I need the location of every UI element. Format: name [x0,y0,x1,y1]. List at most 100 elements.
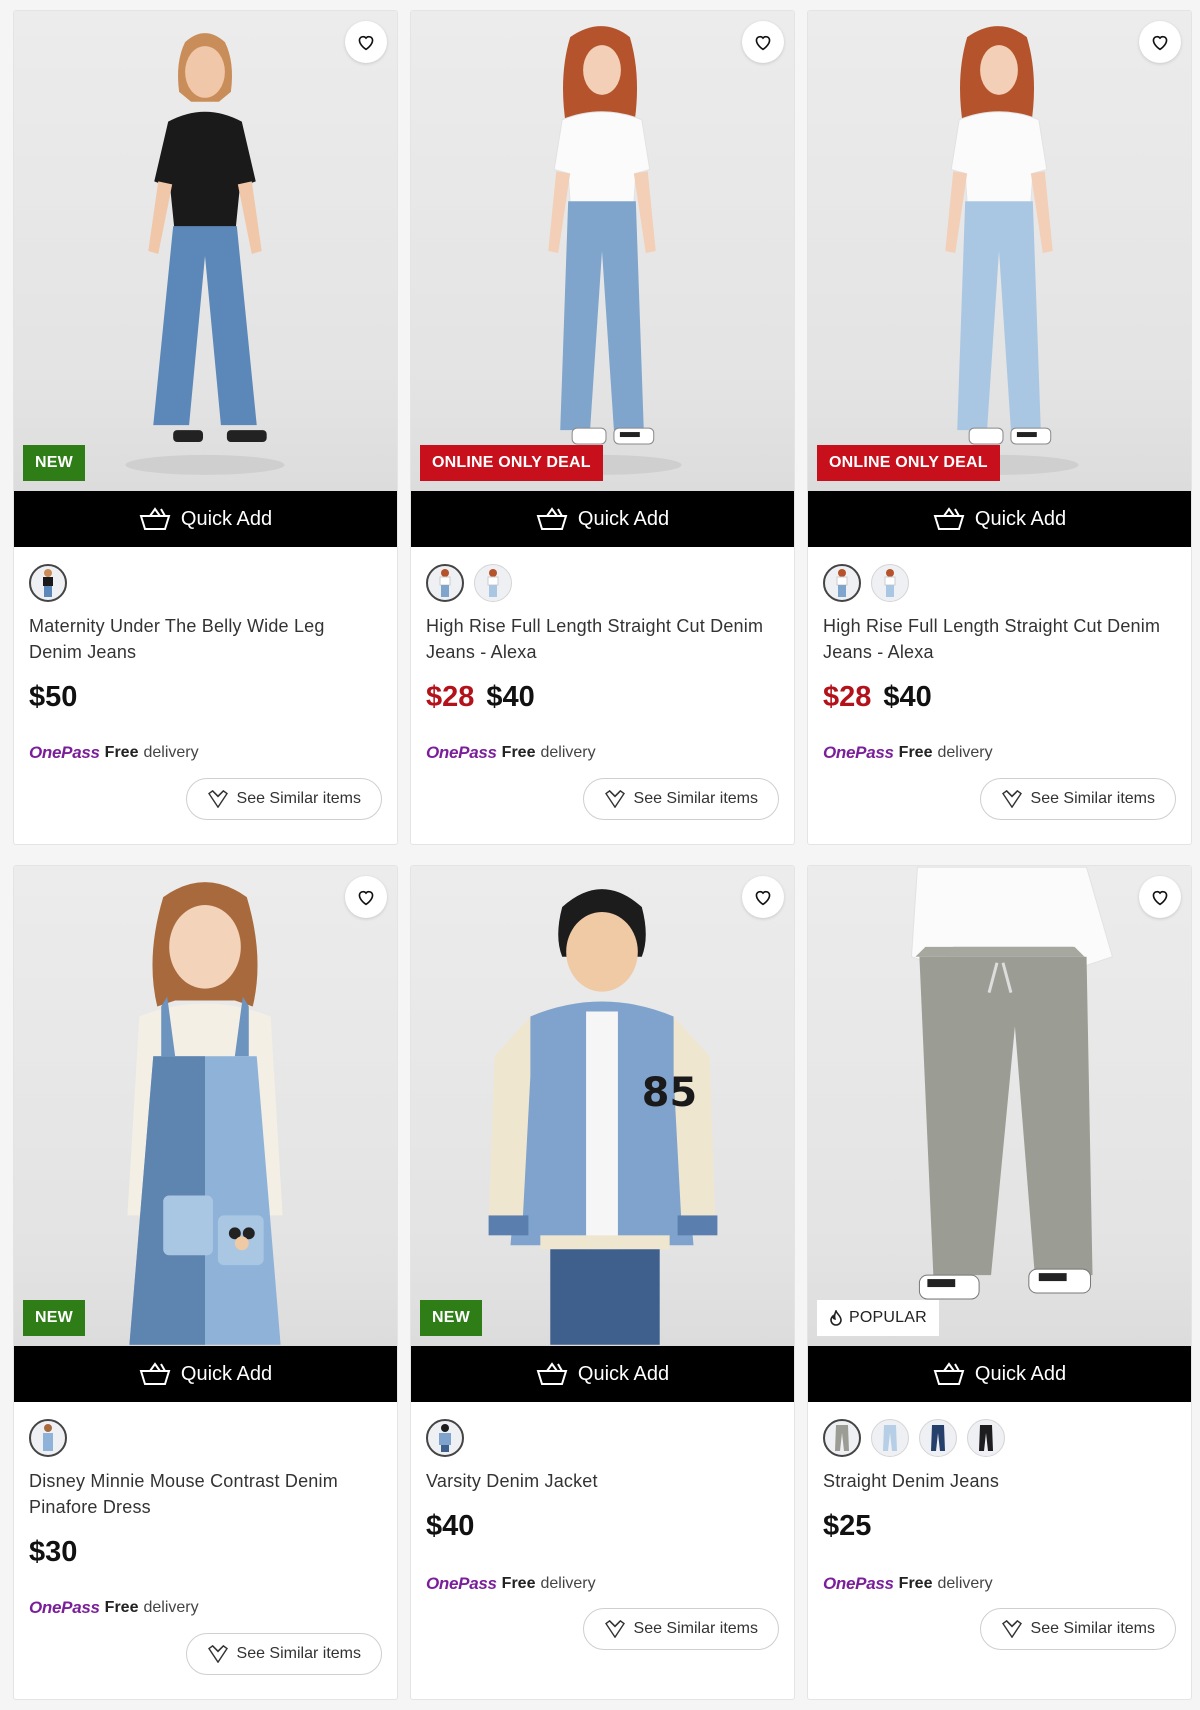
see-similar-button[interactable]: See Similar items [582,1608,779,1650]
heart-icon [755,35,771,51]
color-swatch-blue[interactable] [426,1419,464,1457]
badge-label: POPULAR [849,1309,927,1326]
onepass-logo: OnePass [823,743,894,762]
see-similar-button[interactable]: See Similar items [185,1633,382,1675]
wishlist-heart-button[interactable] [345,876,387,918]
product-photo-alexa-jeans [522,26,682,475]
see-similar-label: See Similar items [1030,790,1155,807]
swatch-thumbnail [835,1425,849,1451]
product-card[interactable]: ONLINE ONLY DEAL Quick Add High Rise Ful… [410,10,795,845]
flame-icon [830,1310,842,1326]
onepass-delivery: OnePass Free delivery [823,1574,993,1594]
color-swatch-grey[interactable] [823,1419,861,1457]
color-swatch-light-blue[interactable] [871,564,909,602]
color-swatches [29,1418,382,1458]
product-image[interactable]: POPULAR [808,866,1191,1346]
onepass-logo: OnePass [426,1574,497,1593]
quick-add-button[interactable]: Quick Add [411,491,794,547]
color-swatches [823,563,1176,603]
free-label: Free [501,1575,536,1592]
quick-add-label: Quick Add [974,507,1067,530]
delivery-label: delivery [540,1575,596,1592]
basket-icon [139,1362,171,1385]
onepass-logo: OnePass [823,1574,894,1593]
heart-icon [358,890,374,906]
product-card[interactable]: NEW Quick Add Maternity Under The Belly … [13,10,398,845]
onepass-logo: OnePass [29,743,100,762]
product-badge: ONLINE ONLY DEAL [817,445,1000,481]
product-price: $50 [29,681,382,714]
heart-icon [1152,890,1168,906]
heart-icon [358,35,374,51]
delivery-label: delivery [937,744,993,761]
similar-icon [207,1645,228,1663]
product-price: $30 [29,1536,382,1569]
onepass-delivery: OnePass Free delivery [29,743,199,763]
product-image[interactable]: ONLINE ONLY DEAL [808,11,1191,491]
wishlist-heart-button[interactable] [742,21,784,63]
onepass-logo: OnePass [426,743,497,762]
swatch-thumbnail [439,569,451,597]
product-price: $40 [426,1510,779,1543]
swatch-thumbnail [43,1424,53,1451]
product-card[interactable]: ONLINE ONLY DEAL Quick Add High Rise Ful… [807,10,1192,845]
product-badge: POPULAR [817,1300,939,1336]
product-card[interactable]: 85 NEW Quick Add Varsity Denim Jacket $4… [410,865,795,1700]
basket-icon [536,1362,568,1385]
product-image[interactable]: 85 NEW [411,866,794,1346]
see-similar-button[interactable]: See Similar items [979,1608,1176,1650]
wishlist-heart-button[interactable] [1139,876,1181,918]
quick-add-button[interactable]: Quick Add [411,1346,794,1402]
product-badge: NEW [23,1300,85,1336]
onepass-delivery: OnePass Free delivery [29,1598,199,1618]
sale-price: $28 [426,681,475,713]
free-label: Free [898,744,933,761]
product-image[interactable]: NEW [14,866,397,1346]
quick-add-button[interactable]: Quick Add [808,491,1191,547]
product-title[interactable]: High Rise Full Length Straight Cut Denim… [823,613,1176,665]
free-label: Free [104,1599,139,1616]
see-similar-button[interactable]: See Similar items [979,778,1176,820]
product-title[interactable]: Maternity Under The Belly Wide Leg Denim… [29,613,382,665]
color-swatch-black[interactable] [29,564,67,602]
see-similar-button[interactable]: See Similar items [582,778,779,820]
swatch-thumbnail [884,569,896,597]
wishlist-heart-button[interactable] [345,21,387,63]
product-info: High Rise Full Length Straight Cut Denim… [411,547,794,844]
color-swatches [823,1418,1176,1458]
basket-icon [933,507,965,530]
see-similar-button[interactable]: See Similar items [185,778,382,820]
delivery-label: delivery [540,744,596,761]
product-badge: ONLINE ONLY DEAL [420,445,603,481]
swatch-thumbnail [487,569,499,597]
product-title[interactable]: High Rise Full Length Straight Cut Denim… [426,613,779,665]
heart-icon [1152,35,1168,51]
quick-add-button[interactable]: Quick Add [808,1346,1191,1402]
product-image[interactable]: ONLINE ONLY DEAL [411,11,794,491]
wishlist-heart-button[interactable] [742,876,784,918]
color-swatch-light-blue[interactable] [871,1419,909,1457]
color-swatch-light-blue[interactable] [474,564,512,602]
color-swatch-denim[interactable] [29,1419,67,1457]
product-card[interactable]: NEW Quick Add Disney Minnie Mouse Contra… [13,865,398,1700]
see-similar-label: See Similar items [633,790,758,807]
wishlist-heart-button[interactable] [1139,21,1181,63]
product-title[interactable]: Disney Minnie Mouse Contrast Denim Pinaf… [29,1468,382,1520]
quick-add-label: Quick Add [577,1362,670,1385]
free-label: Free [501,744,536,761]
swatch-thumbnail [883,1425,897,1451]
delivery-label: delivery [143,1599,199,1616]
similar-icon [604,1620,625,1638]
product-info: Straight Denim Jeans $25 OnePass Free de… [808,1402,1191,1699]
color-swatch-mid-blue[interactable] [426,564,464,602]
color-swatch-mid-blue[interactable] [823,564,861,602]
product-image[interactable]: NEW [14,11,397,491]
current-price: $25 [823,1510,872,1542]
swatch-thumbnail [43,569,53,597]
product-card[interactable]: POPULAR Quick Add Straight Denim Jeans $… [807,865,1192,1700]
product-info: Maternity Under The Belly Wide Leg Denim… [14,547,397,844]
quick-add-button[interactable]: Quick Add [14,1346,397,1402]
color-swatch-dark-blue[interactable] [919,1419,957,1457]
color-swatch-black[interactable] [967,1419,1005,1457]
quick-add-button[interactable]: Quick Add [14,491,397,547]
